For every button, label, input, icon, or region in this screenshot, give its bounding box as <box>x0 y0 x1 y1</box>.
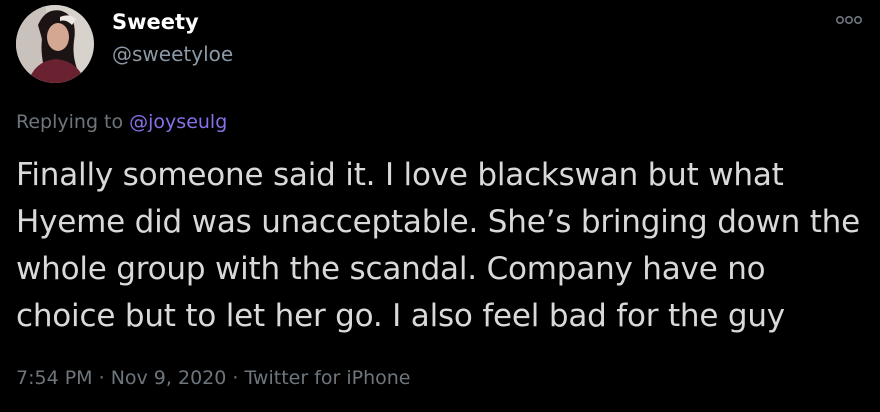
user-handle[interactable]: @sweetyloe <box>112 42 233 66</box>
tweet-text: Finally someone said it. I love blackswa… <box>16 157 860 334</box>
tweet-time[interactable]: 7:54 PM <box>16 367 93 389</box>
tweet-card: Sweety @sweetyloe Replying to @joyseulg … <box>0 0 880 412</box>
meta-separator: · <box>92 367 111 389</box>
more-options-icon[interactable] <box>834 8 864 32</box>
avatar[interactable] <box>16 5 94 83</box>
display-name[interactable]: Sweety <box>112 10 199 34</box>
reply-mention-link[interactable]: @joyseulg <box>129 111 227 133</box>
tweet-metadata: 7:54 PM · Nov 9, 2020 · Twitter for iPho… <box>16 367 411 389</box>
replying-to-label: Replying to <box>16 111 130 133</box>
tweet-date[interactable]: Nov 9, 2020 <box>111 367 227 389</box>
meta-separator: · <box>226 367 245 389</box>
replying-to-line: Replying to @joyseulg <box>16 111 227 133</box>
tweet-source[interactable]: Twitter for iPhone <box>244 367 410 389</box>
avatar-image <box>16 5 94 83</box>
